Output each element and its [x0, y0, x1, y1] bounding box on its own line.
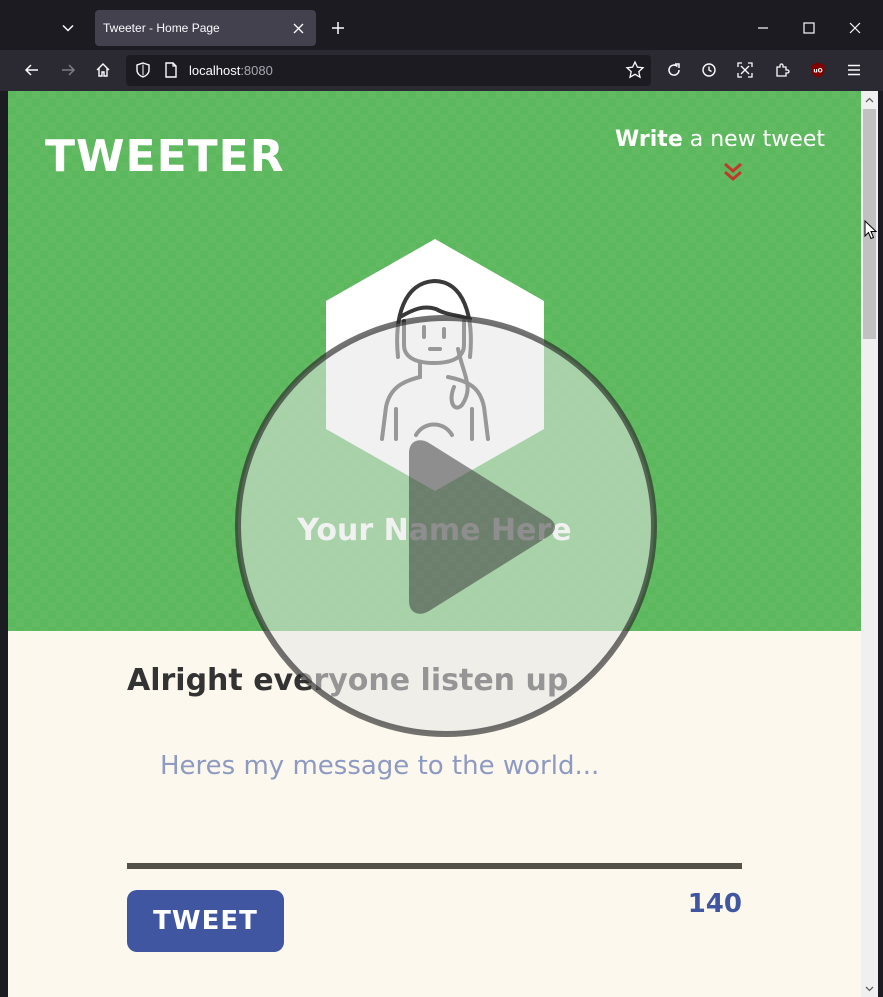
extensions-button[interactable] [767, 55, 797, 85]
url-bar[interactable]: localhost:8080 [126, 55, 651, 86]
chevron-up-icon [865, 97, 874, 102]
star-icon[interactable] [625, 60, 645, 80]
mouse-cursor-icon [864, 220, 878, 240]
site-logo[interactable]: TWEETER [45, 131, 285, 182]
tab-strip: Tweeter - Home Page [0, 0, 883, 50]
new-tab-button[interactable] [326, 13, 350, 43]
ublock-button[interactable]: uO [803, 55, 833, 85]
back-button[interactable] [17, 55, 47, 85]
tweet-textarea[interactable] [127, 751, 742, 861]
home-icon [96, 63, 110, 77]
extensions-icon [776, 63, 790, 77]
navigation-toolbar: localhost:8080 uO [0, 50, 883, 91]
forward-icon [62, 64, 76, 76]
close-icon [293, 23, 303, 33]
svg-text:uO: uO [813, 68, 822, 75]
tab-title: Tweeter - Home Page [103, 21, 220, 35]
page-icon[interactable] [162, 61, 180, 79]
screenshot-icon [737, 62, 753, 78]
url-text[interactable]: localhost:8080 [189, 63, 273, 78]
page-content: TWEETER Write a new tweet Alright Heres … [8, 91, 861, 997]
screenshot-button[interactable] [730, 55, 760, 85]
play-icon[interactable] [233, 313, 659, 739]
url-host: localhost [189, 63, 241, 78]
tab-active[interactable]: Tweeter - Home Page [95, 10, 316, 46]
plus-icon [332, 22, 344, 34]
close-icon [849, 22, 861, 34]
window-close-button[interactable] [835, 10, 875, 46]
shield-icon[interactable] [134, 61, 152, 79]
url-port: :8080 [240, 63, 273, 78]
tab-close-button[interactable] [288, 18, 308, 38]
write-link-bold: Write [615, 127, 683, 152]
browser-window: Tweeter - Home Page localhost:8080 uO TW… [0, 0, 883, 997]
chevron-double-down-icon[interactable] [723, 161, 743, 183]
reload-button[interactable] [659, 55, 689, 85]
menu-button[interactable] [839, 55, 869, 85]
ublock-icon: uO [811, 62, 825, 78]
tab-list-icon [62, 24, 74, 32]
menu-icon [848, 64, 860, 76]
tweet-button[interactable]: TWEET [127, 890, 284, 952]
write-link-rest: a new tweet [682, 127, 825, 152]
forward-button[interactable] [53, 55, 83, 85]
reload-icon [668, 63, 680, 76]
character-counter: 140 [687, 889, 742, 919]
tweet-divider [127, 863, 742, 869]
history-button[interactable] [694, 55, 724, 85]
scroll-down-button[interactable] [861, 980, 878, 997]
tab-list-button[interactable] [52, 10, 84, 46]
back-icon [24, 64, 38, 76]
home-button[interactable] [88, 55, 118, 85]
history-icon [702, 63, 716, 77]
write-new-tweet-link[interactable]: Write a new tweet [615, 127, 825, 152]
chevron-down-icon [865, 986, 874, 991]
minimize-icon [758, 27, 768, 29]
maximize-button[interactable] [789, 10, 829, 46]
scroll-up-button[interactable] [861, 91, 878, 108]
maximize-icon [803, 22, 815, 34]
minimize-button[interactable] [743, 10, 783, 46]
